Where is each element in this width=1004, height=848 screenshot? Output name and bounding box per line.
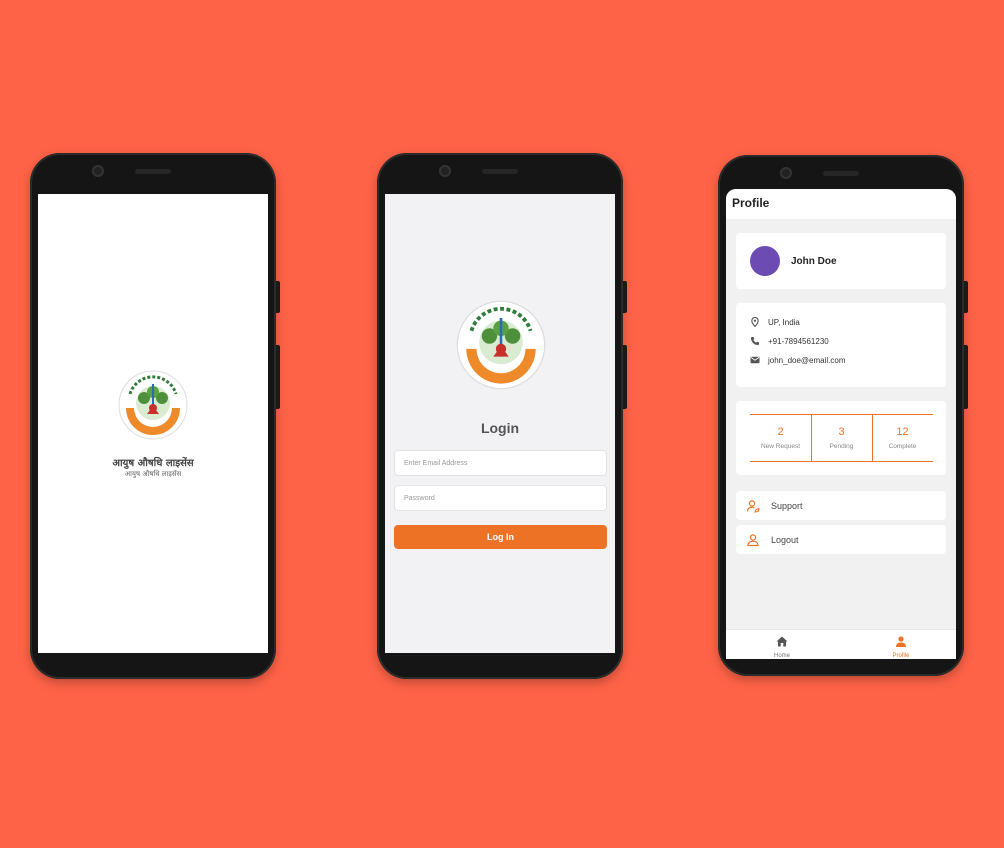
phone-login: Login Enter Email Address Password Log I… <box>377 153 627 679</box>
avatar <box>750 246 780 276</box>
stat-label: Complete <box>888 443 917 450</box>
support-icon <box>746 499 760 513</box>
stat-label: Pending <box>829 443 854 450</box>
camera-icon <box>780 167 792 179</box>
profile-screen: Profile John Doe UP, India +91-789456123… <box>726 189 956 659</box>
side-button <box>964 281 968 313</box>
contact-card: UP, India +91-7894561230 john_doe@email.… <box>736 303 946 387</box>
profile-header: Profile <box>726 189 956 219</box>
location-row: UP, India <box>750 317 800 327</box>
app-title: आयुष औषधि लाइसेंस <box>112 458 194 469</box>
side-button <box>623 345 627 409</box>
nav-home[interactable]: Home <box>752 634 812 659</box>
stat-new-request[interactable]: 2 New Request <box>750 414 811 462</box>
menu-item-support[interactable]: Support <box>736 491 946 520</box>
email-text: john_doe@email.com <box>768 355 846 365</box>
nav-label: Home <box>773 653 790 659</box>
splash-screen: आयुष औषधि लाइसेंस आयुष औषधि लाइसेंस <box>38 194 268 653</box>
phone-profile: Profile John Doe UP, India +91-789456123… <box>718 155 968 676</box>
person-icon <box>896 636 906 647</box>
menu-item-label: Support <box>771 500 803 511</box>
ayush-emblem-icon <box>456 300 546 390</box>
phone-text: +91-7894561230 <box>768 336 829 346</box>
speaker-grille <box>482 169 518 174</box>
menu-item-label: Logout <box>771 534 799 545</box>
side-button <box>964 345 968 409</box>
login-screen: Login Enter Email Address Password Log I… <box>385 194 615 653</box>
phone-icon <box>750 336 760 346</box>
stat-value: 3 <box>838 426 845 438</box>
password-placeholder: Password <box>404 494 435 502</box>
camera-icon <box>92 165 104 177</box>
phone-row: +91-7894561230 <box>750 336 829 346</box>
ayush-emblem-icon <box>118 370 188 440</box>
camera-icon <box>439 165 451 177</box>
side-button <box>276 345 280 409</box>
menu-item-logout[interactable]: Logout <box>736 525 946 554</box>
user-name: John Doe <box>791 256 837 267</box>
phone-splash: आयुष औषधि लाइसेंस आयुष औषधि लाइसेंस <box>30 153 280 679</box>
email-field[interactable]: Enter Email Address <box>394 450 607 476</box>
user-card: John Doe <box>736 233 946 289</box>
login-button[interactable]: Log In <box>394 525 607 549</box>
stat-value: 2 <box>777 426 784 438</box>
logout-icon <box>746 533 760 547</box>
password-field[interactable]: Password <box>394 485 607 511</box>
speaker-grille <box>135 169 171 174</box>
bottom-nav: Home Profile <box>726 629 956 659</box>
email-row: john_doe@email.com <box>750 355 846 365</box>
speaker-grille <box>823 171 859 176</box>
side-button <box>276 281 280 313</box>
location-text: UP, India <box>768 317 800 327</box>
mail-icon <box>750 355 760 365</box>
page-title: Profile <box>732 196 770 210</box>
nav-profile[interactable]: Profile <box>871 634 931 659</box>
side-button <box>623 281 627 313</box>
stat-label: New Request <box>760 443 801 450</box>
app-subtitle: आयुष औषधि लाइसेंस <box>124 470 182 478</box>
home-icon <box>776 636 788 647</box>
stat-value: 12 <box>896 426 909 438</box>
login-title: Login <box>480 420 520 436</box>
stat-pending[interactable]: 3 Pending <box>811 414 872 462</box>
location-pin-icon <box>750 317 760 327</box>
email-placeholder: Enter Email Address <box>404 459 468 467</box>
stat-complete[interactable]: 12 Complete <box>872 414 933 462</box>
nav-label: Profile <box>892 653 910 659</box>
stats-card: 2 New Request 3 Pending 12 Complete <box>736 401 946 475</box>
